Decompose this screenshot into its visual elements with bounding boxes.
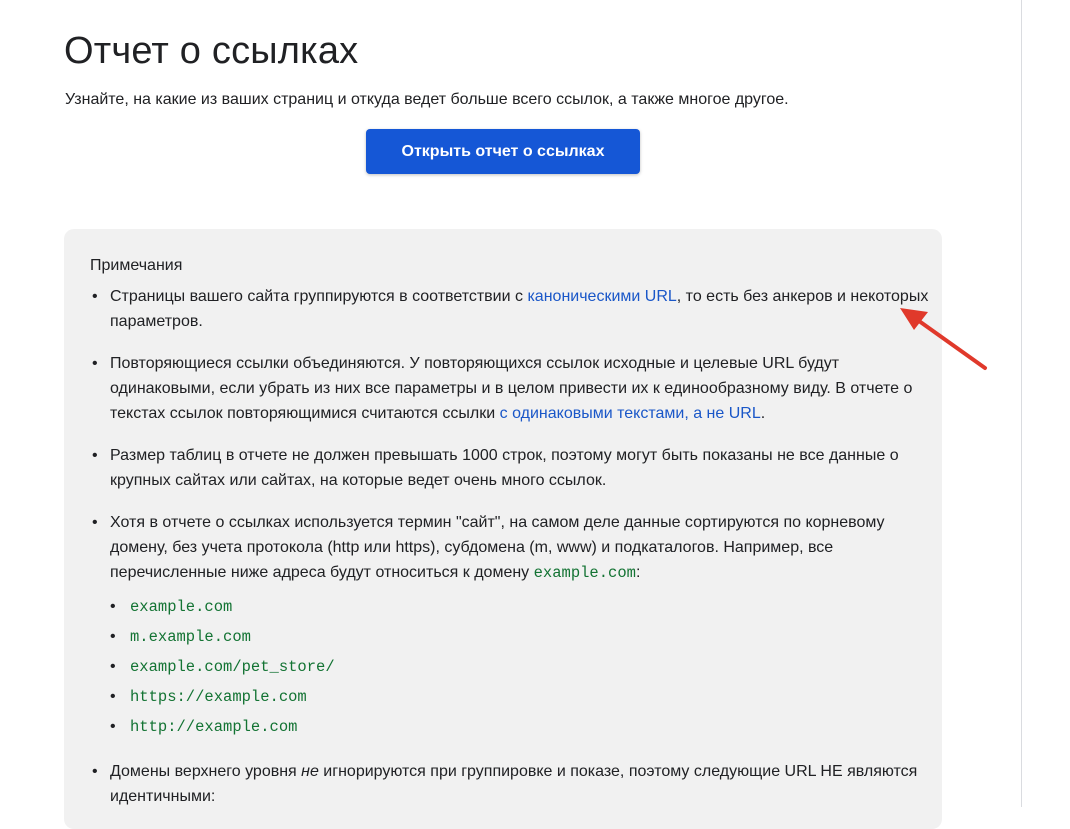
note-text: Хотя в отчете о ссылках используется тер…: [110, 514, 885, 581]
note-text: .: [760, 405, 766, 422]
bullet-dot-icon: •: [92, 514, 98, 531]
domain-example-code: m.example.com: [130, 628, 251, 646]
domain-examples-list: • example.com • m.example.com • example.com…: [110, 592, 940, 742]
bullet-dot-icon: •: [92, 447, 98, 464]
domain-example-item: • example.com: [110, 592, 940, 622]
right-divider: [1021, 0, 1022, 807]
domain-example-code: example.com: [130, 598, 233, 616]
domain-example-code: example.com/pet_store/: [130, 658, 335, 676]
bullet-dot-icon: •: [92, 355, 98, 372]
note-item-tld: • Домены верхнего уровня не игнорируются…: [90, 759, 940, 809]
domain-example-item: • m.example.com: [110, 622, 940, 652]
bullet-dot-icon: •: [92, 763, 98, 780]
bullet-dot-icon: •: [92, 288, 98, 305]
note-text: Размер таблиц в отчете не должен превыша…: [110, 447, 899, 489]
note-item-root-domain: • Хотя в отчете о ссылках используется т…: [90, 510, 940, 742]
notes-title: Примечания: [90, 257, 183, 274]
canonical-url-link[interactable]: каноническими URL: [527, 288, 676, 305]
same-texts-link[interactable]: с одинаковыми текстами, а не URL: [500, 405, 761, 422]
bullet-dot-icon: •: [110, 718, 116, 735]
note-text: :: [635, 564, 641, 581]
bullet-dot-icon: •: [110, 688, 116, 705]
note-text: Домены верхнего уровня: [110, 763, 302, 780]
page-subtitle: Узнайте, на какие из ваших страниц и отк…: [65, 91, 789, 108]
inline-code-domain: example.com: [533, 564, 636, 582]
domain-example-code: http://example.com: [130, 718, 298, 736]
domain-example-code: https://example.com: [130, 688, 307, 706]
bullet-dot-icon: •: [110, 628, 116, 645]
red-arrow-icon: [900, 308, 987, 370]
bullet-dot-icon: •: [110, 598, 116, 615]
domain-example-item: • example.com/pet_store/: [110, 652, 940, 682]
open-links-report-button[interactable]: Открыть отчет о ссылках: [366, 129, 640, 174]
note-item-canonical: • Страницы вашего сайта группируются в с…: [90, 284, 940, 334]
note-item-table-size: • Размер таблиц в отчете не должен превы…: [90, 443, 940, 493]
note-item-duplicates: • Повторяющиеся ссылки объединяются. У п…: [90, 351, 940, 426]
page-title: Отчет о ссылках: [64, 30, 359, 72]
note-text: Страницы вашего сайта группируются в соо…: [110, 288, 528, 305]
domain-example-item: • https://example.com: [110, 682, 940, 712]
note-emphasis: не: [301, 763, 319, 780]
bullet-dot-icon: •: [110, 658, 116, 675]
notes-list: • Страницы вашего сайта группируются в с…: [90, 284, 940, 826]
domain-example-item: • http://example.com: [110, 712, 940, 742]
